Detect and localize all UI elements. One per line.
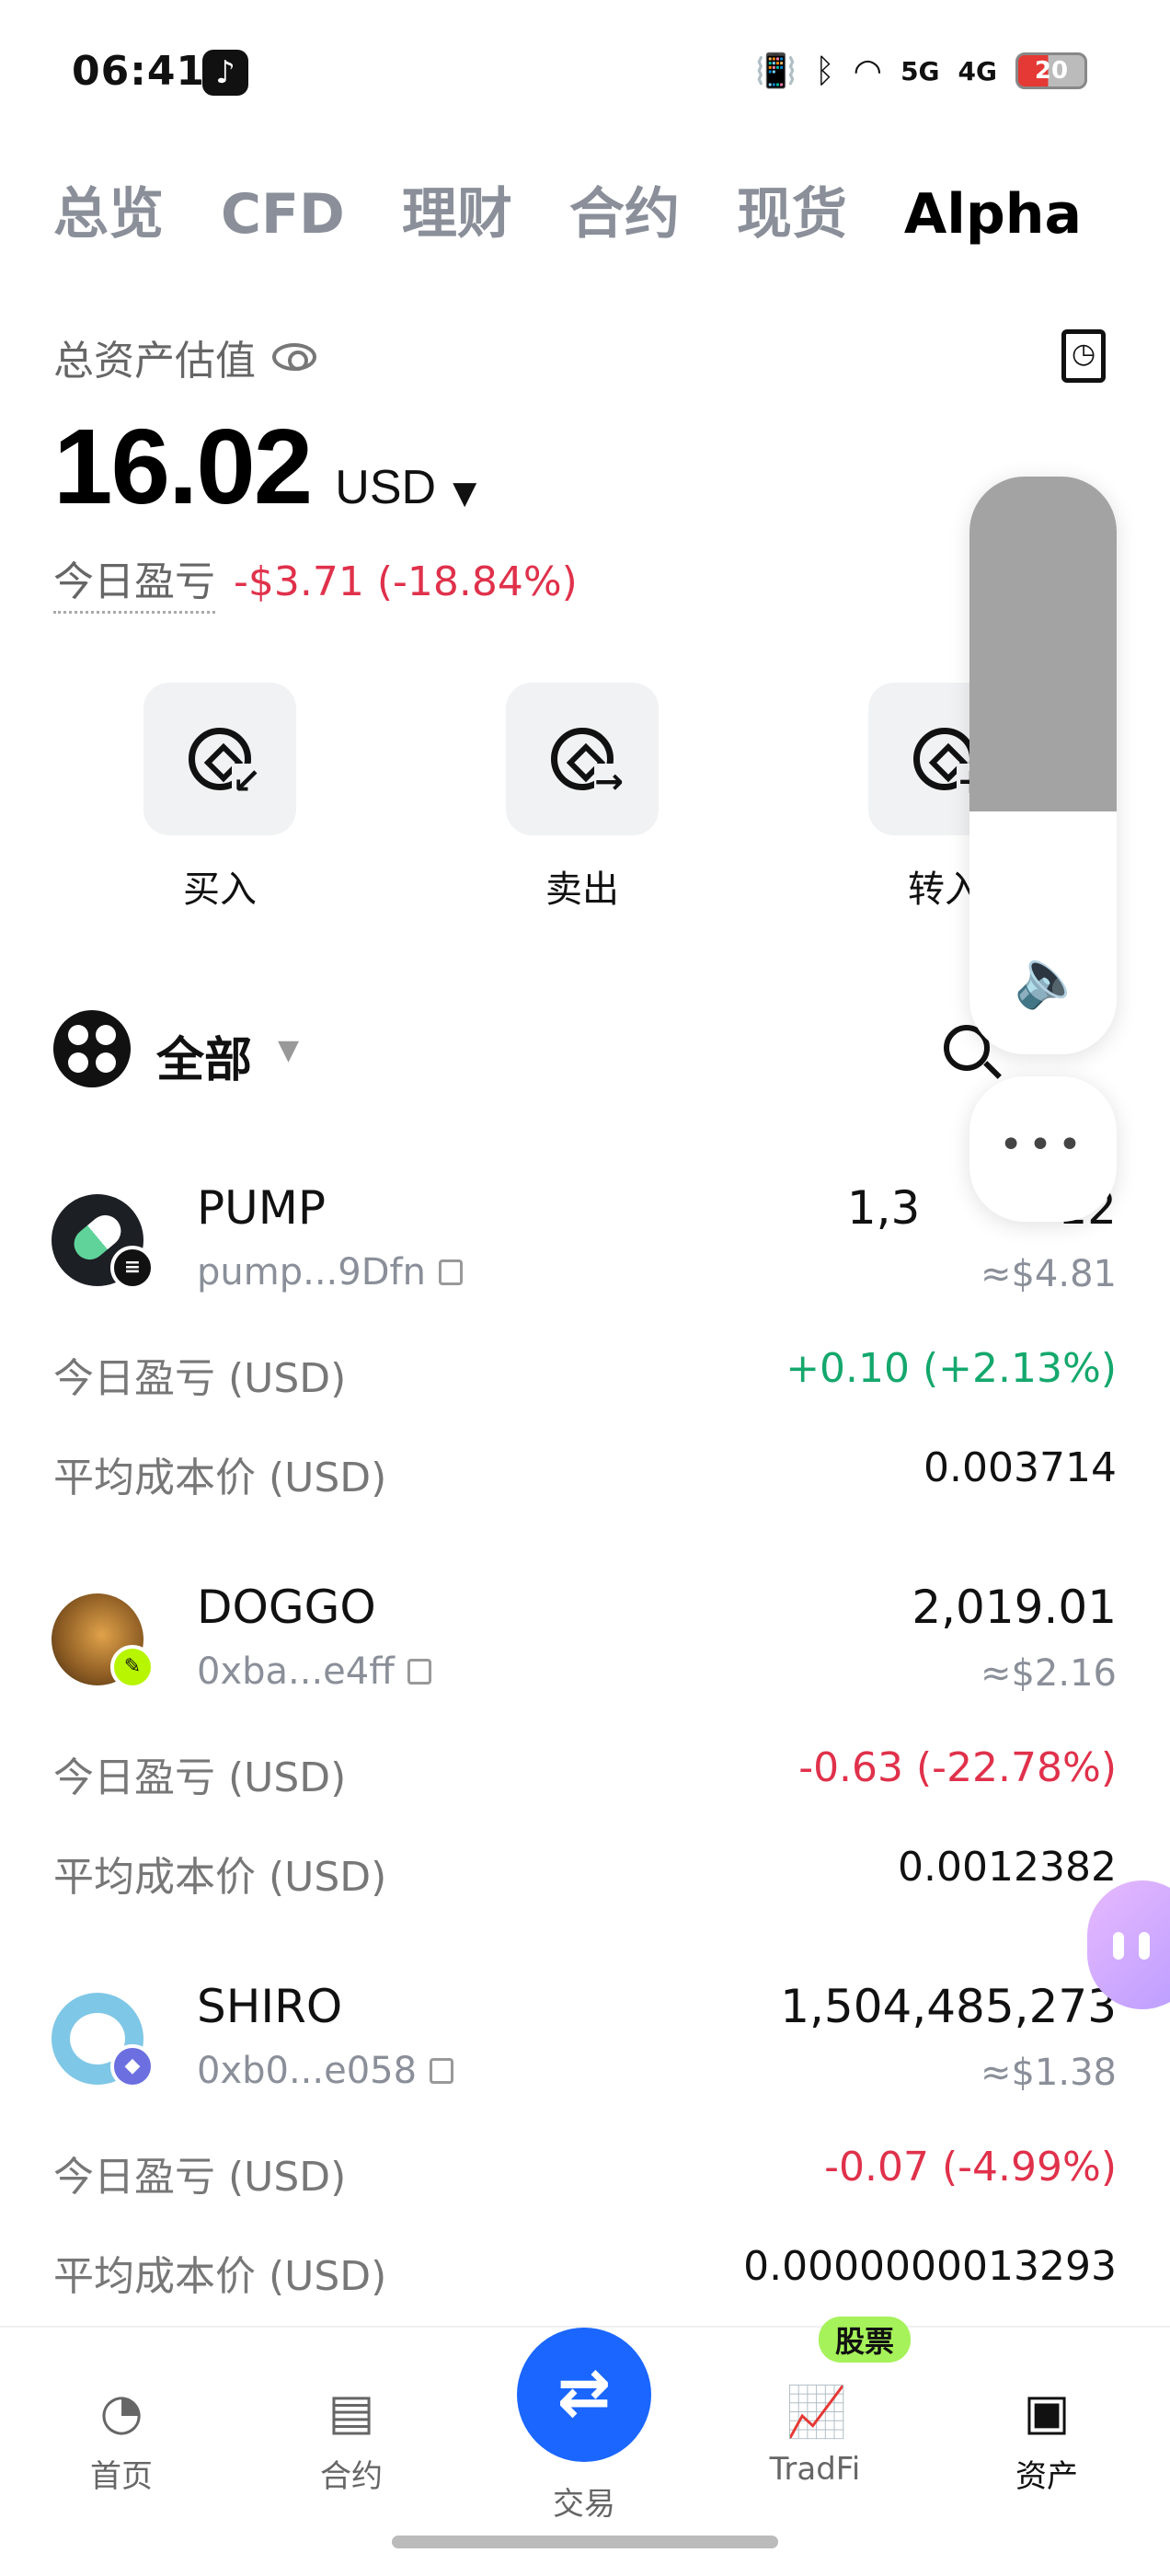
- today-pnl-row-label: 今日盈亏 (USD): [53, 1754, 347, 1801]
- today-pnl-row-value: -0.63 (-22.78%): [798, 1744, 1117, 1791]
- eye-icon[interactable]: [272, 343, 316, 371]
- asset-tabs: 总览 CFD 理财 合约 现货 Alpha: [53, 169, 1082, 249]
- sell-label: 卖出: [545, 868, 619, 911]
- avg-cost-value: 0.003714: [923, 1444, 1117, 1491]
- volume-slider[interactable]: 🔈: [969, 477, 1117, 1054]
- floating-assistant-button[interactable]: [1087, 1880, 1170, 2009]
- today-pnl-label[interactable]: 今日盈亏: [53, 548, 215, 614]
- nav-home[interactable]: ◔ 首页: [39, 2383, 204, 2496]
- home-icon: ◔: [99, 2383, 143, 2441]
- signal-4g-icon: 4G: [958, 55, 997, 86]
- avg-cost-label: 平均成本价 (USD): [53, 1455, 387, 1501]
- today-pnl-row-label: 今日盈亏 (USD): [53, 2154, 347, 2201]
- nav-tradfi[interactable]: 📈 TradFi: [732, 2383, 898, 2488]
- tab-earn[interactable]: 理财: [402, 169, 512, 249]
- tab-overview[interactable]: 总览: [53, 169, 164, 249]
- nav-contract-label: 合约: [320, 2458, 383, 2495]
- doggo-token-avatar: ✎: [52, 1593, 155, 1689]
- buy-icon: ↙: [189, 728, 261, 799]
- status-icons: 📳 ᛒ ◠ 5G 4G 20: [755, 48, 1087, 94]
- trade-icon[interactable]: ⇄: [517, 2328, 651, 2462]
- nav-tradfi-label: TradFi: [769, 2451, 861, 2488]
- token-address: pump...9Dfn: [197, 1251, 463, 1294]
- token-usd-value: ≈$4.81: [980, 1253, 1117, 1295]
- today-pnl-row-value: +0.10 (+2.13%): [786, 1345, 1117, 1392]
- token-name[interactable]: PUMP: [197, 1181, 326, 1235]
- tab-cfd[interactable]: CFD: [221, 182, 345, 247]
- solana-chain-icon: ≡: [110, 1246, 155, 1290]
- filter-caret-icon[interactable]: ▼: [278, 1034, 299, 1066]
- nav-assets[interactable]: ▣ 资产: [964, 2383, 1130, 2496]
- bluetooth-icon: ᛒ: [815, 52, 835, 90]
- buy-button-box[interactable]: ↙: [143, 683, 296, 835]
- token-address: 0xb0...e058: [197, 2050, 454, 2092]
- volume-level-fill: [969, 477, 1117, 812]
- token-amount: 1,504,485,273: [780, 1980, 1117, 2033]
- stock-badge: 股票: [819, 2317, 912, 2363]
- token-address: 0xba...e4ff: [197, 1650, 431, 1693]
- sell-button-box[interactable]: →: [506, 683, 659, 835]
- signal-5g-icon: 5G: [900, 55, 940, 86]
- tiktok-icon: ♪: [202, 50, 248, 96]
- nav-contract[interactable]: ▤ 合约: [269, 2383, 434, 2496]
- token-usd-value: ≈$2.16: [980, 1652, 1117, 1695]
- avg-cost-value: 0.0012382: [898, 1844, 1117, 1891]
- total-assets-text: 总资产估值: [53, 338, 256, 385]
- pump-token-avatar: ≡: [52, 1194, 155, 1290]
- copy-icon[interactable]: [407, 1659, 431, 1685]
- buy-button[interactable]: ↙ 买入: [142, 683, 298, 913]
- shiro-token-avatar: ◆: [52, 1993, 155, 2088]
- home-indicator[interactable]: [392, 2536, 778, 2548]
- balance-value: 16.02: [53, 407, 313, 526]
- copy-icon[interactable]: [430, 2058, 454, 2084]
- ethereum-chain-icon: ◆: [110, 2044, 155, 2088]
- balance: 16.02 USD ▼: [53, 405, 476, 528]
- token-address-text: 0xba...e4ff: [197, 1650, 395, 1693]
- token-name[interactable]: DOGGO: [197, 1581, 376, 1634]
- token-usd-value: ≈$1.38: [980, 2052, 1117, 2094]
- sell-button[interactable]: → 卖出: [504, 683, 660, 913]
- avg-cost-value: 0.0000000013293: [743, 2243, 1117, 2290]
- copy-icon[interactable]: [438, 1259, 463, 1285]
- nav-assets-label: 资产: [1015, 2458, 1078, 2495]
- total-assets-label: 总资产估值: [53, 328, 316, 386]
- wallet-icon: ▣: [1023, 2383, 1071, 2441]
- four-meme-chain-icon: ✎: [110, 1645, 155, 1689]
- wifi-icon: ◠: [853, 52, 883, 90]
- history-doc-icon[interactable]: [1061, 329, 1106, 383]
- tab-alpha[interactable]: Alpha: [904, 182, 1082, 247]
- sell-icon: →: [551, 728, 624, 799]
- nav-home-label: 首页: [90, 2458, 153, 2495]
- tradfi-icon: 📈: [786, 2383, 848, 2441]
- status-time: 06:41: [72, 48, 206, 95]
- avg-cost-label: 平均成本价 (USD): [53, 2253, 387, 2300]
- token-address-text: 0xb0...e058: [197, 2050, 418, 2092]
- filter-dropdown[interactable]: 全部: [156, 1021, 252, 1090]
- token-name[interactable]: SHIRO: [197, 1980, 342, 2033]
- vibrate-icon: 📳: [755, 52, 797, 90]
- caret-down-icon[interactable]: ▼: [453, 475, 476, 512]
- token-amount: 2,019.01: [912, 1581, 1117, 1634]
- today-pnl: 今日盈亏 -$3.71 (-18.84%): [53, 548, 578, 614]
- token-amount-text: 1,3: [846, 1181, 921, 1235]
- currency-selector[interactable]: USD: [335, 460, 436, 515]
- battery-icon: 20: [1015, 52, 1087, 89]
- nav-trade-label: 交易: [553, 2486, 615, 2523]
- tab-spot[interactable]: 现货: [737, 169, 847, 249]
- all-assets-icon[interactable]: [53, 1010, 131, 1087]
- today-pnl-row-label: 今日盈亏 (USD): [53, 1355, 347, 1402]
- today-pnl-value: -$3.71 (-18.84%): [234, 558, 578, 605]
- today-pnl-row-value: -0.07 (-4.99%): [824, 2144, 1117, 2191]
- buy-label: 买入: [183, 868, 257, 911]
- speaker-icon[interactable]: 🔈: [1014, 944, 1084, 1012]
- avg-cost-label: 平均成本价 (USD): [53, 1854, 387, 1901]
- tab-futures[interactable]: 合约: [569, 169, 680, 249]
- token-address-text: pump...9Dfn: [197, 1251, 426, 1294]
- transfer-in-icon: +: [913, 728, 986, 799]
- contract-icon: ▤: [327, 2383, 375, 2441]
- battery-level: 20: [1034, 57, 1069, 85]
- volume-more-button[interactable]: •••: [969, 1076, 1117, 1222]
